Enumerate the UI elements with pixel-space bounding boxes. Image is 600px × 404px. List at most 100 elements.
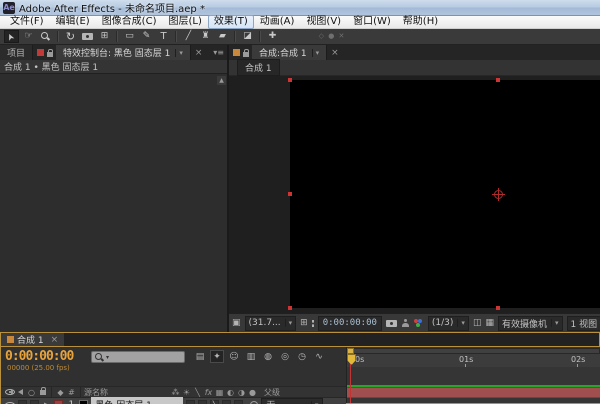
timeline-tab[interactable]: 合成 1 × bbox=[1, 333, 64, 346]
layer-name[interactable]: 黑色 固态层 1 bbox=[91, 397, 183, 404]
selection-handle[interactable] bbox=[288, 192, 292, 196]
menu-item-layer[interactable]: 图层(L) bbox=[162, 16, 207, 28]
motion-blur-switch-icon: ◐ bbox=[225, 388, 236, 397]
parent-pick-whip-icon[interactable] bbox=[250, 401, 258, 404]
menu-item-composition[interactable]: 图像合成(C) bbox=[96, 16, 163, 28]
quality-switch-icon: ╲ bbox=[192, 388, 203, 397]
work-area-range[interactable] bbox=[348, 349, 599, 353]
hand-tool-icon[interactable] bbox=[21, 30, 36, 43]
selection-handle[interactable] bbox=[288, 306, 292, 310]
rectangle-tool-icon[interactable] bbox=[122, 30, 137, 43]
zoom-tool-icon[interactable] bbox=[38, 30, 53, 43]
grid-icon[interactable]: ▦ bbox=[485, 318, 494, 328]
always-preview-icon[interactable]: ▣ bbox=[232, 318, 241, 328]
menu-item-view[interactable]: 视图(V) bbox=[300, 16, 347, 28]
close-icon[interactable]: × bbox=[195, 48, 203, 58]
comp-mini-flowchart-icon[interactable] bbox=[193, 350, 207, 363]
comp-timecode[interactable]: 0:00:00:00 bbox=[318, 316, 382, 331]
layer-index: 1 bbox=[66, 400, 76, 404]
menu-item-window[interactable]: 窗口(W) bbox=[347, 16, 397, 28]
roto-brush-tool-icon[interactable] bbox=[240, 30, 255, 43]
region-of-interest-icon[interactable] bbox=[312, 320, 314, 327]
layer-label-chip[interactable] bbox=[54, 400, 63, 404]
scroll-up-arrow[interactable]: ▲ bbox=[217, 76, 226, 85]
selection-handle[interactable] bbox=[496, 306, 500, 310]
solo-toggle[interactable] bbox=[30, 400, 39, 404]
chevron-down-icon[interactable]: ▾ bbox=[312, 49, 320, 57]
layer-duration-bar[interactable] bbox=[347, 387, 600, 398]
separator bbox=[175, 31, 177, 42]
motion-blur-toggle[interactable] bbox=[234, 400, 243, 404]
audio-toggle[interactable] bbox=[18, 400, 27, 404]
menu-item-animation[interactable]: 动画(A) bbox=[254, 16, 301, 28]
magnification-select[interactable]: (31.7... ▾ bbox=[245, 316, 297, 331]
menu-bar: 文件(F) 编辑(E) 图像合成(C) 图层(L) 效果(T) 动画(A) 视图… bbox=[0, 16, 600, 29]
graph-editor-icon[interactable] bbox=[312, 350, 326, 363]
selection-tool-icon[interactable] bbox=[4, 30, 19, 43]
text-tool-icon[interactable] bbox=[156, 30, 171, 43]
frame-blending-icon[interactable] bbox=[244, 350, 258, 363]
frame-step-select[interactable]: (1/3) ▾ bbox=[428, 316, 469, 331]
camera-tool-icon[interactable] bbox=[80, 30, 95, 43]
lock-icon[interactable] bbox=[243, 52, 249, 57]
motion-blur-icon[interactable] bbox=[261, 350, 275, 363]
close-icon[interactable]: × bbox=[51, 335, 59, 345]
rotation-tool-icon[interactable] bbox=[63, 30, 78, 43]
parent-column-header: 父级 bbox=[264, 387, 280, 398]
camera-select[interactable]: 有效摄像机 ▾ bbox=[498, 316, 563, 331]
effects-toggle[interactable] bbox=[222, 400, 231, 404]
parent-select[interactable]: 无 ▾ bbox=[261, 398, 323, 404]
separator bbox=[259, 31, 261, 42]
view-layout-select[interactable]: 1 视图 bbox=[567, 316, 600, 331]
selection-handle[interactable] bbox=[288, 78, 292, 82]
brush-tool-icon[interactable] bbox=[181, 30, 196, 43]
lock-icon[interactable] bbox=[47, 52, 53, 57]
tab-effect-controls[interactable]: 特效控制台: 黑色 固态层 1 ▾ bbox=[56, 45, 191, 60]
timeline-timecode[interactable]: 0:00:00:00 bbox=[5, 349, 73, 364]
composition-panel: 合成:合成 1 ▾ × 合成 1 ▣ bbox=[229, 45, 600, 332]
pan-behind-tool-icon[interactable] bbox=[97, 30, 112, 43]
window-title: Adobe After Effects - 未命名项目.aep * bbox=[19, 0, 205, 15]
quality-toggle[interactable]: ╲ bbox=[210, 400, 219, 404]
tab-composition[interactable]: 合成:合成 1 ▾ bbox=[252, 45, 327, 60]
tab-project[interactable]: 项目 bbox=[0, 45, 33, 60]
snapshot-camera-icon[interactable] bbox=[386, 320, 397, 327]
view-layout-value: 1 视图 bbox=[571, 317, 598, 330]
frame-blend-switch-icon: ▦ bbox=[214, 388, 225, 397]
app-icon: Ae bbox=[3, 2, 15, 14]
puppet-pin-tool-icon[interactable] bbox=[265, 30, 280, 43]
menu-item-edit[interactable]: 编辑(E) bbox=[50, 16, 96, 28]
camera-select-value: 有效摄像机 bbox=[502, 317, 547, 330]
auto-keyframe-icon[interactable] bbox=[295, 350, 309, 363]
clone-stamp-tool-icon[interactable] bbox=[198, 30, 213, 43]
eraser-tool-icon[interactable] bbox=[215, 30, 230, 43]
selection-handle[interactable] bbox=[496, 78, 500, 82]
collapse-toggle[interactable] bbox=[198, 400, 207, 404]
safe-margins-icon[interactable]: ⊞ bbox=[300, 318, 308, 328]
hide-shy-layers-icon[interactable] bbox=[227, 350, 241, 363]
timeline-track-area: 0s 01s 02s bbox=[346, 347, 600, 403]
source-name-column-header: 源名称 bbox=[84, 387, 170, 398]
timeline-tabbar: 合成 1 × bbox=[1, 333, 599, 347]
brainstorm-icon[interactable] bbox=[278, 350, 292, 363]
shy-toggle[interactable] bbox=[186, 400, 195, 404]
channel-rgb-icon[interactable] bbox=[414, 319, 424, 327]
chevron-down-icon: ▾ bbox=[311, 401, 319, 404]
pen-tool-icon[interactable] bbox=[139, 30, 154, 43]
time-ruler[interactable]: 0s 01s 02s bbox=[347, 354, 600, 368]
anchor-point-icon[interactable] bbox=[494, 190, 503, 199]
resolution-icon[interactable]: ◫ bbox=[473, 318, 482, 328]
comp-viewer bbox=[229, 76, 600, 313]
expander-arrow-icon[interactable]: ▶ bbox=[44, 401, 49, 404]
panel-menu-icon[interactable] bbox=[213, 48, 224, 57]
show-snapshot-icon[interactable] bbox=[401, 319, 410, 327]
chevron-down-icon[interactable]: ▾ bbox=[175, 49, 183, 57]
draft-3d-icon[interactable] bbox=[210, 350, 224, 363]
close-icon[interactable]: × bbox=[331, 48, 339, 58]
comp-subtab[interactable]: 合成 1 bbox=[237, 59, 280, 76]
menu-item-effect[interactable]: 效果(T) bbox=[208, 15, 254, 29]
menu-item-help[interactable]: 帮助(H) bbox=[397, 16, 444, 28]
search-input[interactable]: ▾ bbox=[91, 351, 185, 363]
chevron-down-icon: ▾ bbox=[551, 319, 559, 327]
menu-item-file[interactable]: 文件(F) bbox=[4, 16, 50, 28]
